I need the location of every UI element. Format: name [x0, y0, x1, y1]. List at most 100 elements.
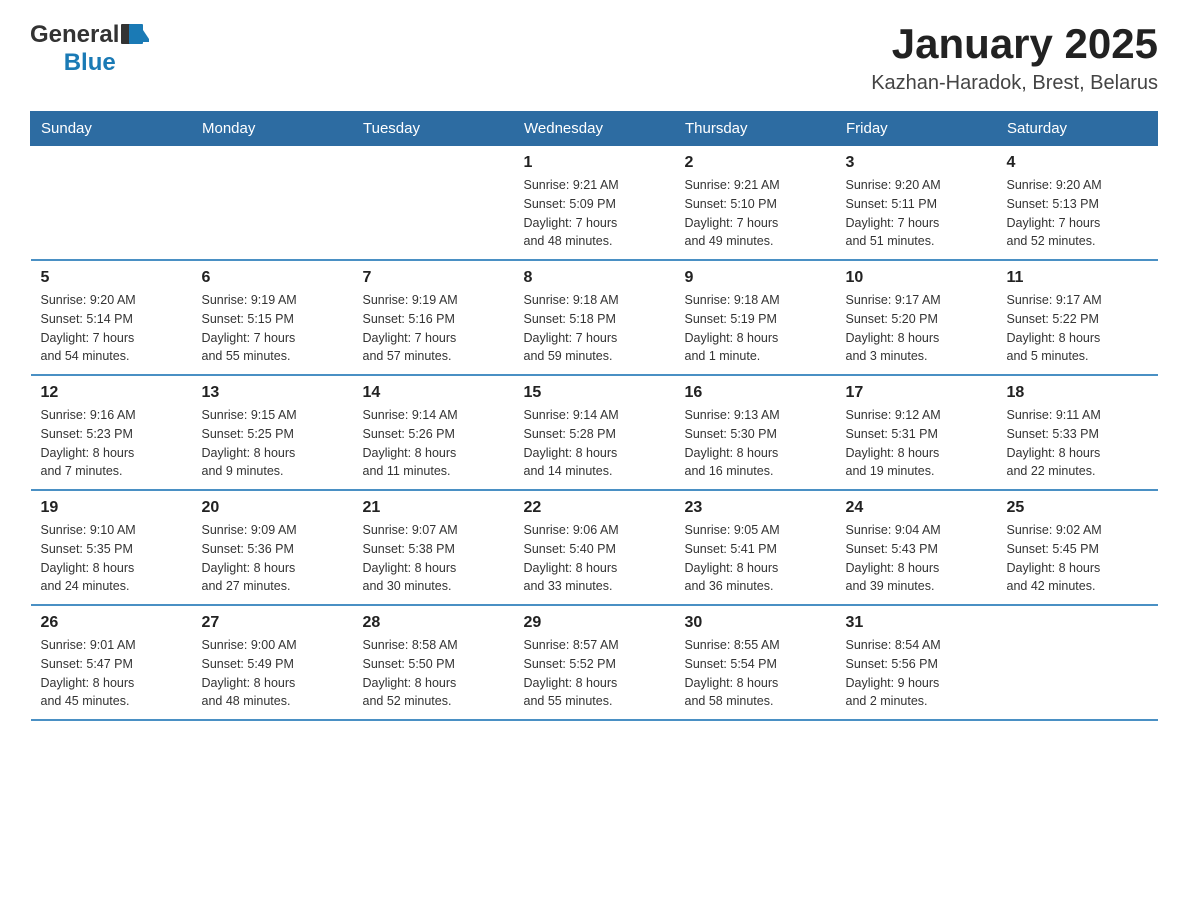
calendar-cell: 4 Sunrise: 9:20 AM Sunset: 5:13 PM Daylig… [997, 146, 1158, 261]
page-header: General Blue January 2025 Kazhan-Haradok… [30, 20, 1158, 95]
day-info: Sunrise: 9:21 AM Sunset: 5:10 PM Dayligh… [685, 176, 826, 251]
day-info: Sunrise: 9:18 AM Sunset: 5:18 PM Dayligh… [524, 291, 665, 366]
calendar-cell: 17 Sunrise: 9:12 AM Sunset: 5:31 PM Dayli… [836, 375, 997, 490]
day-number: 15 [524, 384, 665, 402]
day-number: 5 [41, 269, 182, 287]
day-info: Sunrise: 9:20 AM Sunset: 5:14 PM Dayligh… [41, 291, 182, 366]
day-info: Sunrise: 9:14 AM Sunset: 5:26 PM Dayligh… [363, 406, 504, 481]
day-number: 24 [846, 499, 987, 517]
day-number: 9 [685, 269, 826, 287]
calendar-header-sunday: Sunday [31, 112, 192, 146]
day-number: 25 [1007, 499, 1148, 517]
day-info: Sunrise: 9:07 AM Sunset: 5:38 PM Dayligh… [363, 521, 504, 596]
day-info: Sunrise: 8:54 AM Sunset: 5:56 PM Dayligh… [846, 636, 987, 711]
day-number: 26 [41, 614, 182, 632]
day-number: 28 [363, 614, 504, 632]
page-title: January 2025 [871, 20, 1158, 68]
calendar-header-row: SundayMondayTuesdayWednesdayThursdayFrid… [31, 112, 1158, 146]
day-number: 27 [202, 614, 343, 632]
day-info: Sunrise: 9:15 AM Sunset: 5:25 PM Dayligh… [202, 406, 343, 481]
day-info: Sunrise: 9:16 AM Sunset: 5:23 PM Dayligh… [41, 406, 182, 481]
day-info: Sunrise: 9:20 AM Sunset: 5:13 PM Dayligh… [1007, 176, 1148, 251]
day-number: 7 [363, 269, 504, 287]
logo-blue: Blue [64, 50, 116, 76]
calendar-cell: 21Sunrise: 9:07 AM Sunset: 5:38 PM Dayli… [353, 490, 514, 605]
day-info: Sunrise: 9:01 AM Sunset: 5:47 PM Dayligh… [41, 636, 182, 711]
calendar-cell: 26 Sunrise: 9:01 AM Sunset: 5:47 PM Dayli… [31, 605, 192, 720]
calendar-cell: 28 Sunrise: 8:58 AM Sunset: 5:50 PM Dayli… [353, 605, 514, 720]
day-info: Sunrise: 9:21 AM Sunset: 5:09 PM Dayligh… [524, 176, 665, 251]
calendar-cell: 14 Sunrise: 9:14 AM Sunset: 5:26 PM Dayli… [353, 375, 514, 490]
calendar-cell [31, 146, 192, 261]
day-number: 6 [202, 269, 343, 287]
day-info: Sunrise: 9:19 AM Sunset: 5:15 PM Dayligh… [202, 291, 343, 366]
day-info: Sunrise: 9:05 AM Sunset: 5:41 PM Dayligh… [685, 521, 826, 596]
calendar-cell: 19Sunrise: 9:10 AM Sunset: 5:35 PM Dayli… [31, 490, 192, 605]
calendar-cell: 12 Sunrise: 9:16 AM Sunset: 5:23 PM Dayli… [31, 375, 192, 490]
day-info: Sunrise: 9:04 AM Sunset: 5:43 PM Dayligh… [846, 521, 987, 596]
day-number: 19 [41, 499, 182, 517]
calendar-cell: 5 Sunrise: 9:20 AM Sunset: 5:14 PM Daylig… [31, 260, 192, 375]
day-number: 30 [685, 614, 826, 632]
calendar-cell: 25 Sunrise: 9:02 AM Sunset: 5:45 PM Dayli… [997, 490, 1158, 605]
subtitle: Kazhan-Haradok, Brest, Belarus [871, 72, 1158, 95]
day-info: Sunrise: 9:13 AM Sunset: 5:30 PM Dayligh… [685, 406, 826, 481]
day-info: Sunrise: 9:19 AM Sunset: 5:16 PM Dayligh… [363, 291, 504, 366]
calendar-cell: 1 Sunrise: 9:21 AM Sunset: 5:09 PM Daylig… [514, 146, 675, 261]
day-number: 1 [524, 154, 665, 172]
day-number: 10 [846, 269, 987, 287]
day-info: Sunrise: 9:00 AM Sunset: 5:49 PM Dayligh… [202, 636, 343, 711]
day-info: Sunrise: 9:09 AM Sunset: 5:36 PM Dayligh… [202, 521, 343, 596]
calendar-week-row: 1 Sunrise: 9:21 AM Sunset: 5:09 PM Daylig… [31, 146, 1158, 261]
day-info: Sunrise: 9:11 AM Sunset: 5:33 PM Dayligh… [1007, 406, 1148, 481]
calendar-table: SundayMondayTuesdayWednesdayThursdayFrid… [30, 111, 1158, 721]
calendar-header-monday: Monday [192, 112, 353, 146]
calendar-cell: 15 Sunrise: 9:14 AM Sunset: 5:28 PM Dayli… [514, 375, 675, 490]
logo-icon [121, 22, 149, 50]
day-number: 18 [1007, 384, 1148, 402]
calendar-cell: 8Sunrise: 9:18 AM Sunset: 5:18 PM Daylig… [514, 260, 675, 375]
calendar-week-row: 26 Sunrise: 9:01 AM Sunset: 5:47 PM Dayli… [31, 605, 1158, 720]
logo: General Blue [30, 20, 149, 76]
day-info: Sunrise: 9:14 AM Sunset: 5:28 PM Dayligh… [524, 406, 665, 481]
calendar-cell: 18 Sunrise: 9:11 AM Sunset: 5:33 PM Dayli… [997, 375, 1158, 490]
day-number: 31 [846, 614, 987, 632]
calendar-cell: 6 Sunrise: 9:19 AM Sunset: 5:15 PM Daylig… [192, 260, 353, 375]
calendar-cell: 30Sunrise: 8:55 AM Sunset: 5:54 PM Dayli… [675, 605, 836, 720]
day-info: Sunrise: 9:12 AM Sunset: 5:31 PM Dayligh… [846, 406, 987, 481]
day-number: 4 [1007, 154, 1148, 172]
title-area: January 2025 Kazhan-Haradok, Brest, Bela… [871, 20, 1158, 95]
day-number: 12 [41, 384, 182, 402]
calendar-header-saturday: Saturday [997, 112, 1158, 146]
calendar-week-row: 19Sunrise: 9:10 AM Sunset: 5:35 PM Dayli… [31, 490, 1158, 605]
day-info: Sunrise: 9:18 AM Sunset: 5:19 PM Dayligh… [685, 291, 826, 366]
calendar-cell [997, 605, 1158, 720]
calendar-cell: 13 Sunrise: 9:15 AM Sunset: 5:25 PM Dayli… [192, 375, 353, 490]
calendar-cell: 9 Sunrise: 9:18 AM Sunset: 5:19 PM Daylig… [675, 260, 836, 375]
calendar-header-wednesday: Wednesday [514, 112, 675, 146]
calendar-week-row: 12 Sunrise: 9:16 AM Sunset: 5:23 PM Dayli… [31, 375, 1158, 490]
calendar-cell: 31 Sunrise: 8:54 AM Sunset: 5:56 PM Dayli… [836, 605, 997, 720]
day-number: 13 [202, 384, 343, 402]
day-number: 2 [685, 154, 826, 172]
calendar-cell: 24 Sunrise: 9:04 AM Sunset: 5:43 PM Dayli… [836, 490, 997, 605]
day-number: 17 [846, 384, 987, 402]
calendar-header-friday: Friday [836, 112, 997, 146]
day-info: Sunrise: 9:20 AM Sunset: 5:11 PM Dayligh… [846, 176, 987, 251]
day-number: 14 [363, 384, 504, 402]
day-info: Sunrise: 9:02 AM Sunset: 5:45 PM Dayligh… [1007, 521, 1148, 596]
calendar-cell: 7 Sunrise: 9:19 AM Sunset: 5:16 PM Daylig… [353, 260, 514, 375]
day-number: 23 [685, 499, 826, 517]
calendar-cell: 27 Sunrise: 9:00 AM Sunset: 5:49 PM Dayli… [192, 605, 353, 720]
day-info: Sunrise: 9:17 AM Sunset: 5:20 PM Dayligh… [846, 291, 987, 366]
calendar-cell: 29 Sunrise: 8:57 AM Sunset: 5:52 PM Dayli… [514, 605, 675, 720]
calendar-cell [192, 146, 353, 261]
calendar-cell: 23 Sunrise: 9:05 AM Sunset: 5:41 PM Dayli… [675, 490, 836, 605]
day-info: Sunrise: 9:06 AM Sunset: 5:40 PM Dayligh… [524, 521, 665, 596]
day-info: Sunrise: 9:17 AM Sunset: 5:22 PM Dayligh… [1007, 291, 1148, 366]
calendar-cell: 2 Sunrise: 9:21 AM Sunset: 5:10 PM Daylig… [675, 146, 836, 261]
day-info: Sunrise: 8:57 AM Sunset: 5:52 PM Dayligh… [524, 636, 665, 711]
day-info: Sunrise: 8:58 AM Sunset: 5:50 PM Dayligh… [363, 636, 504, 711]
day-number: 20 [202, 499, 343, 517]
day-number: 29 [524, 614, 665, 632]
